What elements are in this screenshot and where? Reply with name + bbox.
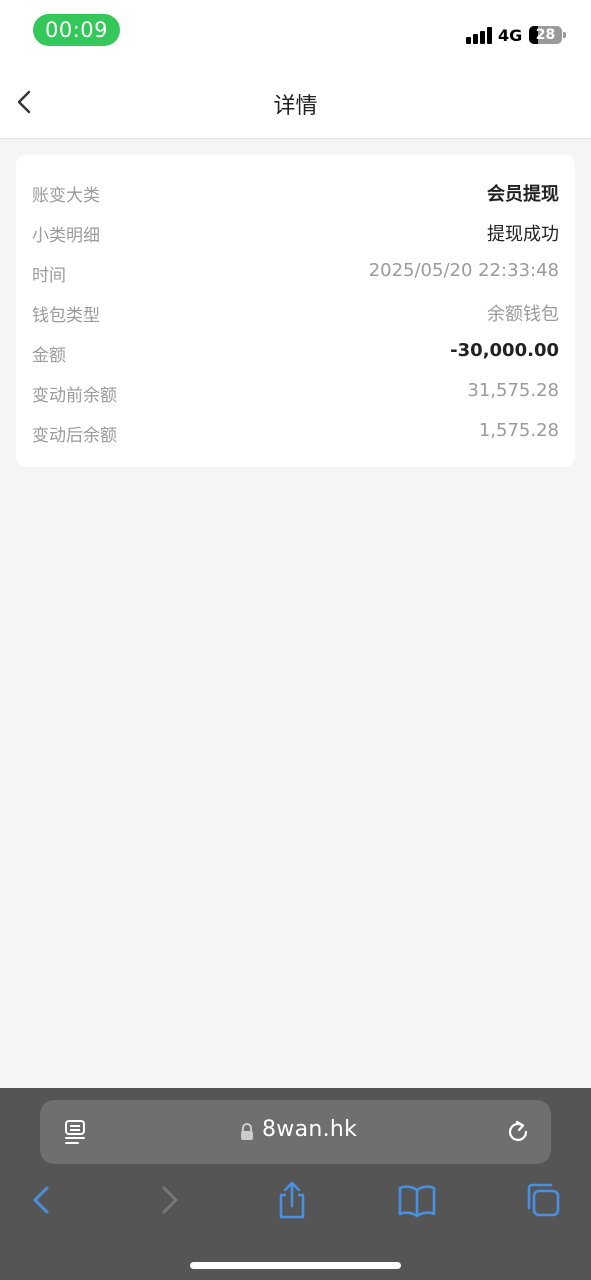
lock-icon — [241, 1123, 253, 1140]
share-icon[interactable] — [272, 1180, 312, 1220]
forward-arrow-icon[interactable] — [149, 1180, 189, 1220]
detail-row-balance-after: 变动后余额 1,575.28 — [32, 411, 559, 451]
detail-label: 变动前余额 — [32, 386, 117, 406]
detail-row-balance-before: 变动前余额 31,575.28 — [32, 371, 559, 411]
detail-value: 31,575.28 — [467, 380, 559, 401]
battery-cap — [563, 32, 566, 38]
detail-row-amount: 金额 -30,000.00 — [32, 331, 559, 371]
detail-row-category: 账变大类 会员提现 — [32, 171, 559, 211]
detail-value: 提现成功 — [487, 224, 559, 245]
detail-label: 账变大类 — [32, 186, 100, 206]
detail-value: 2025/05/20 22:33:48 — [368, 260, 559, 281]
detail-value: -30,000.00 — [450, 340, 559, 361]
network-type: 4G — [498, 26, 523, 45]
detail-label: 小类明细 — [32, 226, 100, 246]
detail-label: 变动后余额 — [32, 426, 117, 446]
browser-toolbar: 8wan.hk — [0, 1088, 591, 1280]
detail-value: 1,575.28 — [478, 420, 559, 441]
reader-menu-icon[interactable] — [64, 1119, 88, 1145]
page-title: 详情 — [273, 94, 318, 119]
battery-icon: 28 — [529, 26, 562, 44]
tabs-icon[interactable] — [523, 1180, 563, 1220]
detail-value: 余额钱包 — [487, 304, 559, 325]
detail-row-subcategory: 小类明细 提现成功 — [32, 211, 559, 251]
nav-bar: 详情 — [0, 64, 591, 139]
detail-label: 时间 — [32, 266, 66, 286]
detail-row-wallet-type: 钱包类型 余额钱包 — [32, 291, 559, 331]
back-arrow-icon[interactable] — [22, 1180, 62, 1220]
home-indicator[interactable] — [190, 1262, 401, 1269]
signal-icon — [466, 27, 493, 44]
detail-label: 钱包类型 — [32, 306, 100, 326]
status-time[interactable]: 00:09 — [33, 14, 120, 46]
detail-row-time: 时间 2025/05/20 22:33:48 — [32, 251, 559, 291]
status-bar: 00:09 4G 28 — [0, 0, 591, 64]
reload-icon[interactable] — [505, 1119, 531, 1145]
detail-label: 金额 — [32, 346, 66, 366]
battery-percent: 28 — [535, 27, 556, 43]
url-text: 8wan.hk — [262, 1117, 358, 1142]
address-bar[interactable]: 8wan.hk — [40, 1100, 551, 1164]
detail-card: 账变大类 会员提现 小类明细 提现成功 时间 2025/05/20 22:33:… — [16, 155, 575, 467]
bookmarks-icon[interactable] — [397, 1180, 437, 1220]
detail-value: 会员提现 — [487, 184, 559, 205]
